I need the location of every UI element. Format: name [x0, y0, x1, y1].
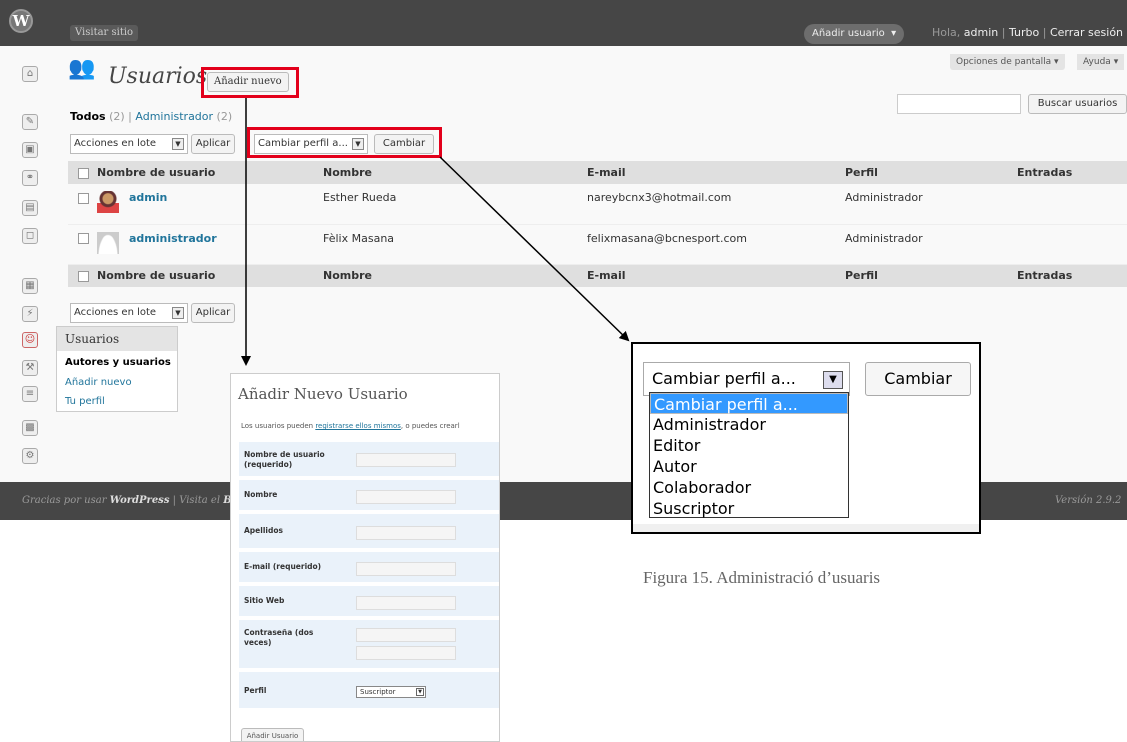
callout-arrows — [241, 98, 630, 366]
arrow-to-zoom — [439, 156, 630, 342]
